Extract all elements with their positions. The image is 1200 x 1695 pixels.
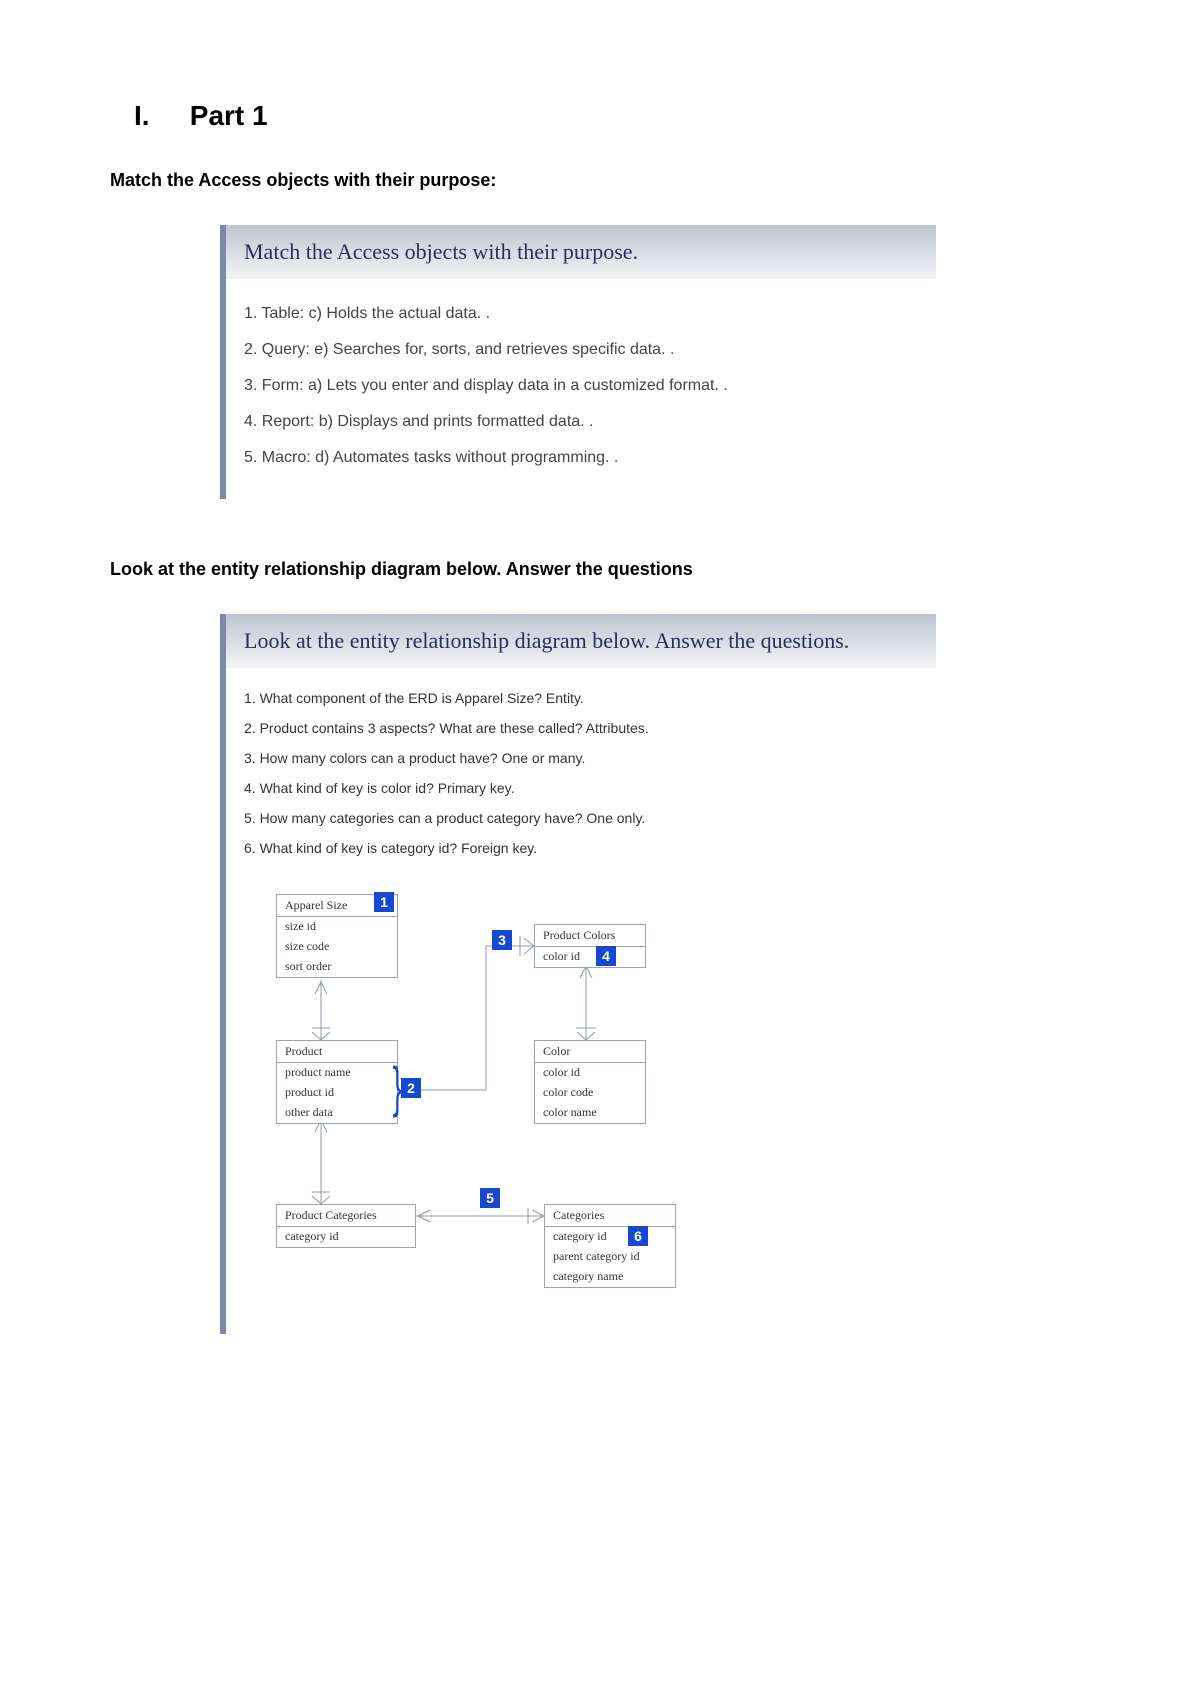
list-item: 5. How many categories can a product cat… xyxy=(244,810,918,826)
entity-title: Product xyxy=(277,1041,397,1063)
section1-card-body: 1. Table: c) Holds the actual data. . 2.… xyxy=(226,279,936,499)
section2-card-title: Look at the entity relationship diagram … xyxy=(226,614,936,668)
entity-title: Color xyxy=(535,1041,645,1063)
badge-5: 5 xyxy=(480,1188,500,1208)
section2-subhead: Look at the entity relationship diagram … xyxy=(110,559,1090,580)
list-item: 2. Query: e) Searches for, sorts, and re… xyxy=(244,341,918,359)
section1-subhead: Match the Access objects with their purp… xyxy=(110,170,1090,191)
entity-row: color id xyxy=(535,947,645,967)
list-item: 4. Report: b) Displays and prints format… xyxy=(244,413,918,431)
section1-card: Match the Access objects with their purp… xyxy=(220,225,936,499)
entity-row: parent category id xyxy=(545,1247,675,1267)
page-title: I. Part 1 xyxy=(110,100,1090,132)
entity-row: sort order xyxy=(277,957,397,977)
erd: Apparel Size size id size code sort orde… xyxy=(266,894,826,1334)
page: I. Part 1 Match the Access objects with … xyxy=(0,0,1200,1695)
entity-row: color id xyxy=(535,1063,645,1083)
section2-card-body: 1. What component of the ERD is Apparel … xyxy=(226,668,936,884)
badge-4: 4 xyxy=(596,946,616,966)
badge-1: 1 xyxy=(374,892,394,912)
entity-row: category id xyxy=(277,1227,415,1247)
entity-color: Color color id color code color name xyxy=(534,1040,646,1124)
entity-row: other data xyxy=(277,1103,397,1123)
list-item: 2. Product contains 3 aspects? What are … xyxy=(244,720,918,736)
list-item: 4. What kind of key is color id? Primary… xyxy=(244,780,918,796)
entity-product: Product product name product id other da… xyxy=(276,1040,398,1124)
list-item: 6. What kind of key is category id? Fore… xyxy=(244,840,918,856)
list-item: 3. How many colors can a product have? O… xyxy=(244,750,918,766)
entity-row: category name xyxy=(545,1267,675,1287)
entity-row: product id xyxy=(277,1083,397,1103)
erd-container: Apparel Size size id size code sort orde… xyxy=(226,884,936,1334)
page-title-text: Part 1 xyxy=(190,100,268,131)
entity-title: Product Categories xyxy=(277,1205,415,1227)
entity-row: color name xyxy=(535,1103,645,1123)
page-title-roman: I. xyxy=(134,100,182,132)
badge-2: 2 xyxy=(401,1078,421,1098)
section2-card: Look at the entity relationship diagram … xyxy=(220,614,936,1334)
list-item: 5. Macro: d) Automates tasks without pro… xyxy=(244,449,918,467)
entity-row: product name xyxy=(277,1063,397,1083)
entity-row: size code xyxy=(277,937,397,957)
badge-6: 6 xyxy=(628,1226,648,1246)
list-item: 3. Form: a) Lets you enter and display d… xyxy=(244,377,918,395)
entity-row: size id xyxy=(277,917,397,937)
section1-card-title: Match the Access objects with their purp… xyxy=(226,225,936,279)
list-item: 1. Table: c) Holds the actual data. . xyxy=(244,305,918,323)
entity-row: color code xyxy=(535,1083,645,1103)
badge-3: 3 xyxy=(492,930,512,950)
entity-title: Categories xyxy=(545,1205,675,1227)
entity-categories: Categories category id parent category i… xyxy=(544,1204,676,1288)
list-item: 1. What component of the ERD is Apparel … xyxy=(244,690,918,706)
entity-product-colors: Product Colors color id xyxy=(534,924,646,968)
entity-row: category id xyxy=(545,1227,675,1247)
entity-title: Product Colors xyxy=(535,925,645,947)
entity-product-categories: Product Categories category id xyxy=(276,1204,416,1248)
